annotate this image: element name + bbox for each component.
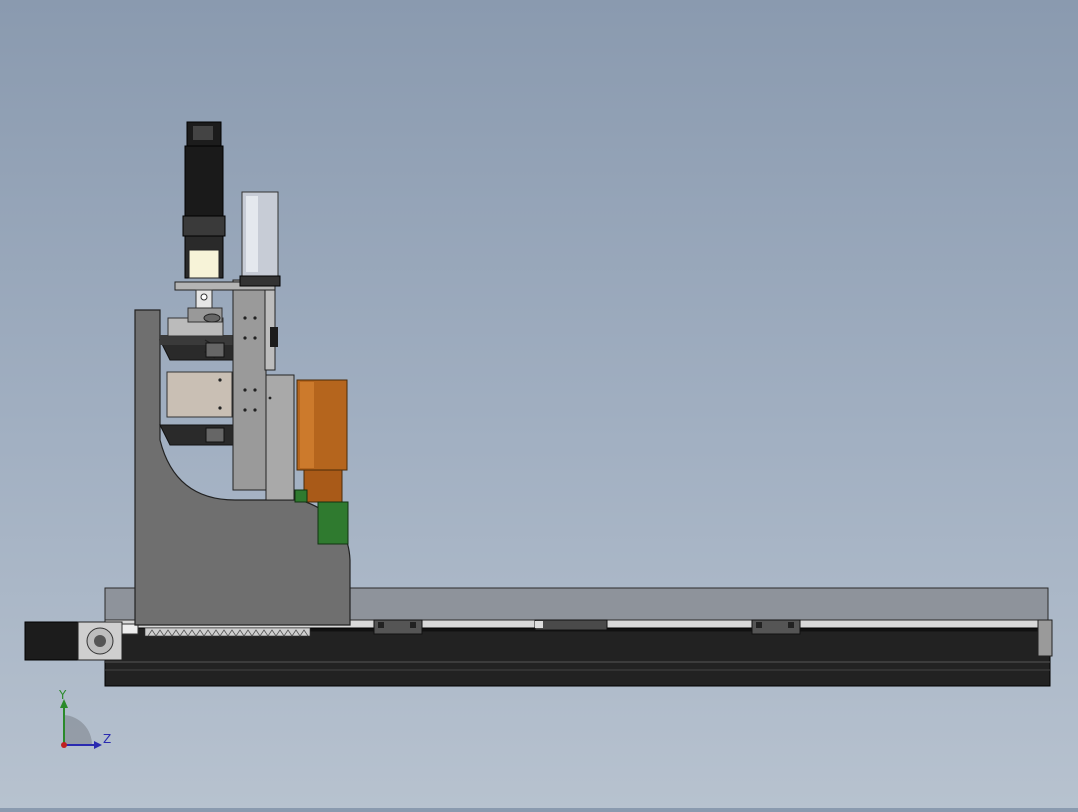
drive-motor-left: [24, 621, 139, 661]
servo-motor-top: [182, 121, 226, 279]
cad-viewport[interactable]: Y Z: [0, 0, 1078, 808]
guide-wheel-assembly: [166, 289, 233, 443]
orientation-triad: [60, 699, 102, 749]
lead-screw: [144, 627, 311, 637]
triad-z-axis-label: Z: [103, 732, 112, 746]
lift-cylinder: [239, 191, 281, 287]
triad-y-axis-label: Y: [59, 688, 67, 702]
copper-spindle: [296, 379, 348, 503]
assembly-drawing: [24, 121, 1053, 749]
